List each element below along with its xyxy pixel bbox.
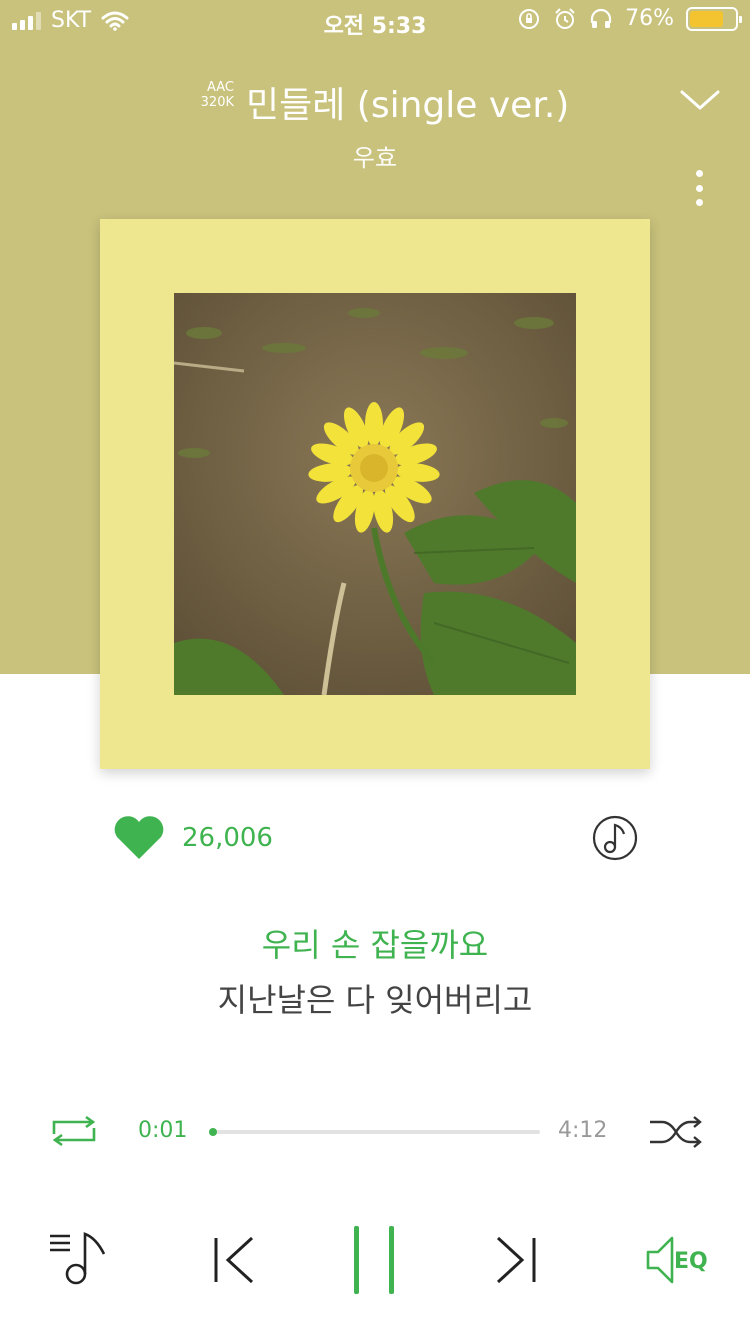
status-bar: SKT 오전 5:33 76% xyxy=(0,0,750,44)
audio-quality-badge: AAC 320K xyxy=(186,80,234,110)
battery-percent: 76% xyxy=(625,6,674,31)
more-vertical-icon[interactable] xyxy=(684,166,714,210)
heart-icon[interactable] xyxy=(112,815,166,861)
orientation-lock-icon xyxy=(519,8,540,29)
title-row: AAC 320K 민들레 (single ver.) xyxy=(0,72,750,128)
status-right: 76% xyxy=(517,6,742,31)
album-photo xyxy=(174,293,576,695)
time-total: 4:12 xyxy=(558,1118,608,1143)
time-elapsed: 0:01 xyxy=(138,1118,188,1143)
progress-bar[interactable] xyxy=(209,1128,540,1136)
music-note-icon[interactable] xyxy=(590,814,640,862)
artist-name[interactable]: 우효 xyxy=(0,138,750,173)
lyric-current-line[interactable]: 우리 손 잡을까요 xyxy=(0,920,750,966)
alarm-icon xyxy=(555,7,575,29)
playlist-icon[interactable] xyxy=(48,1226,110,1292)
equalizer-icon[interactable]: EQ xyxy=(644,1226,716,1292)
dandelion-photo xyxy=(174,293,576,695)
like-count: 26,006 xyxy=(182,823,273,853)
next-icon[interactable] xyxy=(492,1226,542,1292)
like-row: 26,006 xyxy=(112,814,273,862)
headphones-icon xyxy=(590,8,612,28)
battery-fill xyxy=(690,10,724,27)
quality-bitrate: 320K xyxy=(200,95,234,110)
svg-text:EQ: EQ xyxy=(674,1249,708,1274)
previous-icon[interactable] xyxy=(208,1226,258,1292)
shuffle-icon[interactable] xyxy=(648,1114,704,1150)
album-art-frame[interactable] xyxy=(100,219,650,769)
quality-codec: AAC xyxy=(207,80,234,95)
song-title: 민들레 (single ver.) xyxy=(246,85,570,126)
battery-icon xyxy=(686,6,742,31)
chevron-down-icon[interactable] xyxy=(676,82,724,118)
progress-handle[interactable] xyxy=(209,1128,218,1136)
pause-icon[interactable] xyxy=(354,1226,394,1296)
repeat-icon[interactable] xyxy=(48,1114,100,1148)
lyric-next-line[interactable]: 지난날은 다 잊어버리고 xyxy=(0,975,750,1021)
